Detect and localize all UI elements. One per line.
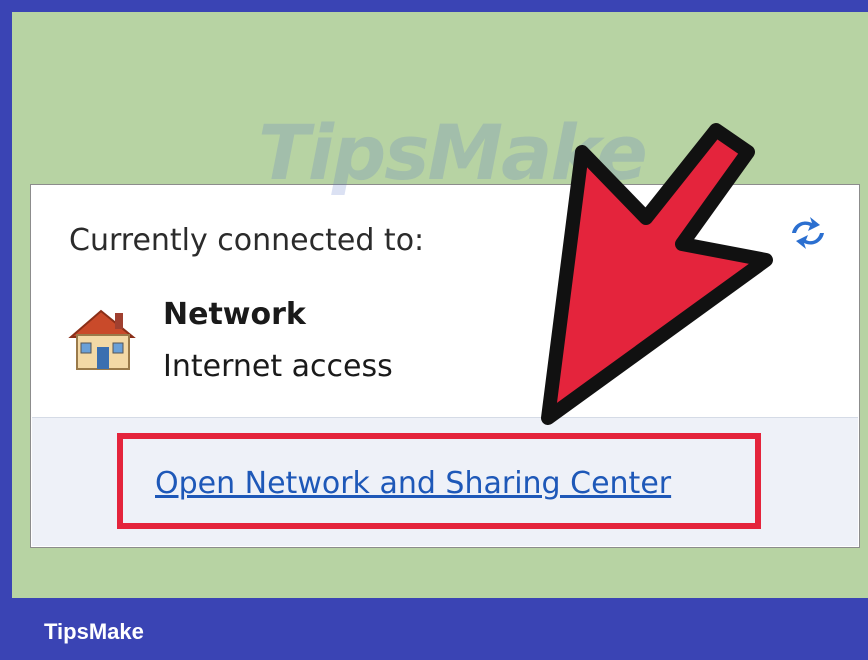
network-name: Network <box>163 297 306 332</box>
footer-brand: TipsMake <box>44 619 144 644</box>
image-frame: Currently connected to: Network Internet… <box>0 0 868 660</box>
connected-heading: Currently connected to: <box>69 223 425 258</box>
network-status: Internet access <box>163 349 393 384</box>
pointer-arrow-icon <box>541 123 773 425</box>
open-network-sharing-center-link[interactable]: Open Network and Sharing Center <box>155 466 671 501</box>
house-icon <box>65 303 139 375</box>
